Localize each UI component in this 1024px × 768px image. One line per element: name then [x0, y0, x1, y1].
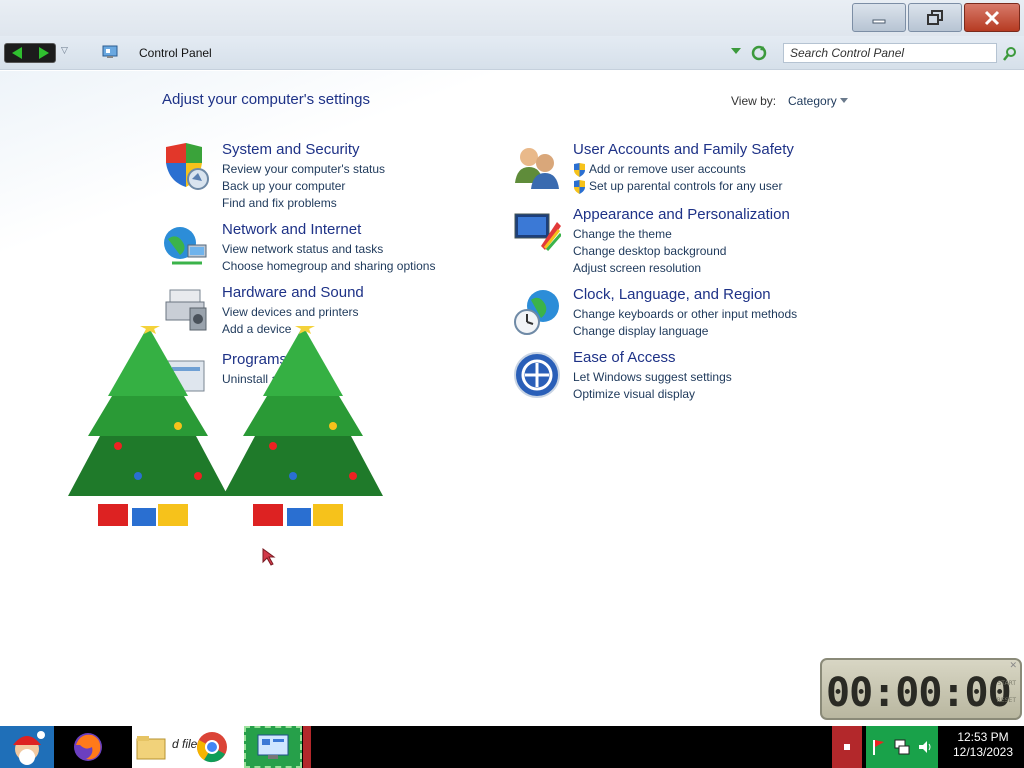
globe-network-icon[interactable] — [162, 223, 210, 271]
category-title[interactable]: User Accounts and Family Safety — [573, 141, 794, 158]
category-title[interactable]: System and Security — [222, 141, 360, 158]
stopwatch-start-button[interactable]: START — [997, 680, 1016, 687]
search-icon[interactable] — [1002, 46, 1018, 62]
category-link[interactable]: View devices and printers — [222, 305, 359, 319]
page-title: Adjust your computer's settings — [162, 91, 370, 108]
monitor-paint-icon[interactable] — [513, 208, 561, 256]
clock-date: 12/13/2023 — [952, 745, 1014, 759]
address-bar: ▽ Control Panel Search Control Panel — [0, 36, 1024, 70]
taskbar-firefox[interactable] — [66, 726, 110, 768]
category-link[interactable]: Set up parental controls for any user — [573, 179, 783, 194]
stopwatch-gadget: ✕ 00:00:00 START RESET — [820, 658, 1022, 720]
category-link[interactable]: Change display language — [573, 324, 708, 338]
volume-icon[interactable] — [917, 738, 933, 756]
christmas-trees-decoration — [68, 326, 383, 526]
network-icon[interactable] — [893, 738, 911, 756]
category-title[interactable]: Appearance and Personalization — [573, 206, 790, 223]
taskbar-chrome[interactable] — [192, 726, 232, 768]
category-link[interactable]: Choose homegroup and sharing options — [222, 259, 435, 273]
category-title[interactable]: Ease of Access — [573, 349, 676, 366]
ease-of-access-icon[interactable] — [513, 351, 561, 399]
category-title[interactable]: Clock, Language, and Region — [573, 286, 771, 303]
tray-app-icon — [844, 744, 850, 750]
close-button[interactable] — [964, 3, 1020, 32]
category-link[interactable]: Back up your computer — [222, 179, 345, 193]
taskbar-control-panel[interactable] — [244, 726, 302, 768]
close-icon — [984, 10, 1000, 25]
address-dropdown-icon[interactable] — [731, 48, 741, 54]
users-icon[interactable] — [513, 143, 561, 191]
restore-button[interactable] — [908, 3, 962, 32]
uac-shield-icon — [574, 163, 585, 177]
back-arrow-icon[interactable] — [10, 46, 26, 60]
chrome-icon — [197, 732, 227, 763]
folder-icon — [136, 736, 166, 760]
breadcrumb[interactable]: Control Panel — [139, 46, 212, 60]
system-clock[interactable]: 12:53 PM 12/13/2023 — [944, 730, 1022, 760]
category-title[interactable]: Hardware and Sound — [222, 284, 364, 301]
view-by-arrow-icon[interactable] — [840, 98, 848, 103]
clock-time: 12:53 PM — [957, 730, 1009, 744]
control-panel-taskbar-icon — [257, 734, 289, 759]
firefox-icon — [74, 733, 102, 761]
category-link-text: Set up parental controls for any user — [589, 179, 783, 193]
recent-pages-dropdown-icon[interactable]: ▽ — [61, 46, 68, 56]
category-link[interactable]: View network status and tasks — [222, 242, 383, 256]
mouse-cursor-icon — [262, 548, 276, 566]
category-link[interactable]: Add or remove user accounts — [573, 162, 746, 177]
clock-globe-icon[interactable] — [513, 288, 561, 336]
view-by-dropdown[interactable]: Category — [788, 94, 837, 108]
restore-icon — [927, 9, 943, 25]
window-controls — [852, 3, 1020, 32]
minimize-button[interactable] — [852, 3, 906, 32]
minimize-icon — [872, 19, 886, 23]
uac-shield-icon — [574, 180, 585, 194]
category-link[interactable]: Adjust screen resolution — [573, 261, 701, 275]
control-panel-icon — [102, 45, 118, 58]
title-bar — [0, 0, 1024, 36]
tray-app-red[interactable] — [832, 726, 862, 768]
category-title[interactable]: Network and Internet — [222, 221, 361, 238]
shield-icon[interactable] — [162, 143, 210, 191]
stopwatch-display: 00:00:00 — [826, 670, 1012, 716]
forward-arrow-icon[interactable] — [35, 46, 51, 60]
santa-start-icon — [13, 731, 45, 765]
stopwatch-reset-button[interactable]: RESET — [997, 697, 1016, 704]
control-panel-content: Adjust your computer's settings View by:… — [0, 71, 1024, 726]
category-link[interactable]: Change keyboards or other input methods — [573, 307, 797, 321]
category-link[interactable]: Change desktop background — [573, 244, 726, 258]
category-link[interactable]: Let Windows suggest settings — [573, 370, 732, 384]
back-forward-buttons[interactable] — [4, 43, 56, 63]
view-by-label: View by: — [731, 94, 777, 108]
system-tray — [866, 726, 938, 768]
category-link[interactable]: Find and fix problems — [222, 196, 337, 210]
search-input[interactable]: Search Control Panel — [783, 43, 997, 63]
category-link[interactable]: Review your computer's status — [222, 162, 385, 176]
refresh-icon[interactable] — [751, 45, 767, 61]
action-center-flag-icon[interactable] — [871, 738, 887, 756]
category-link[interactable]: Optimize visual display — [573, 387, 695, 401]
taskbar: d files 12:53 PM 12/13/2023 — [0, 726, 1024, 768]
category-link-text: Add or remove user accounts — [589, 162, 746, 176]
category-link[interactable]: Change the theme — [573, 227, 672, 241]
taskbar-indicator — [303, 726, 311, 768]
start-button[interactable] — [0, 726, 54, 768]
